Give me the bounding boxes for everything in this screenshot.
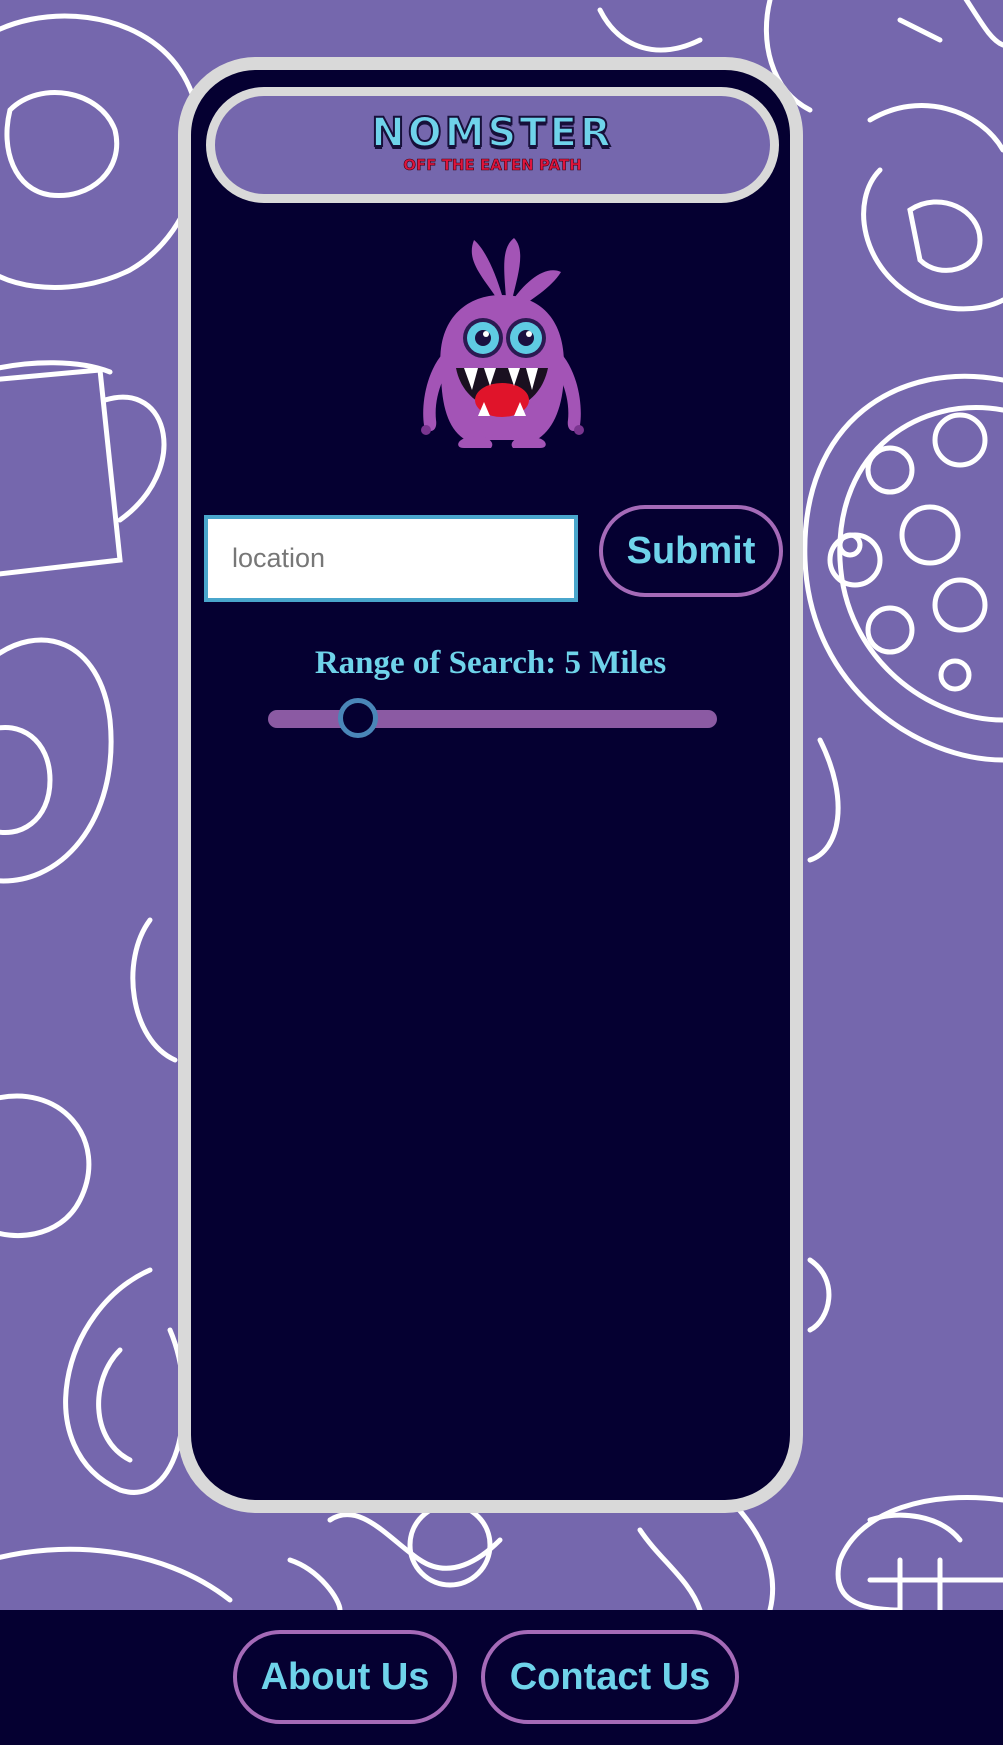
slider-thumb[interactable] [337, 698, 378, 738]
app-title: NOMSTER [370, 110, 614, 156]
range-label: Range of Search: 5 Miles [314, 645, 667, 681]
contact-us-button[interactable]: Contact Us [481, 1630, 739, 1724]
monster-mascot-icon [386, 220, 616, 460]
app-tagline: OFF THE EATEN PATH [403, 156, 582, 174]
logo-banner: NOMSTER OFF THE EATEN PATH [206, 87, 779, 203]
about-us-button[interactable]: About Us [233, 1630, 457, 1724]
range-slider[interactable] [268, 698, 717, 738]
footer: About Us Contact Us [0, 1610, 1003, 1745]
app-panel: NOMSTER OFF THE EATEN PATH location Subm… [178, 57, 803, 1513]
submit-button[interactable]: Submit [599, 505, 783, 597]
slider-track[interactable] [268, 710, 717, 728]
location-input[interactable] [204, 515, 578, 602]
